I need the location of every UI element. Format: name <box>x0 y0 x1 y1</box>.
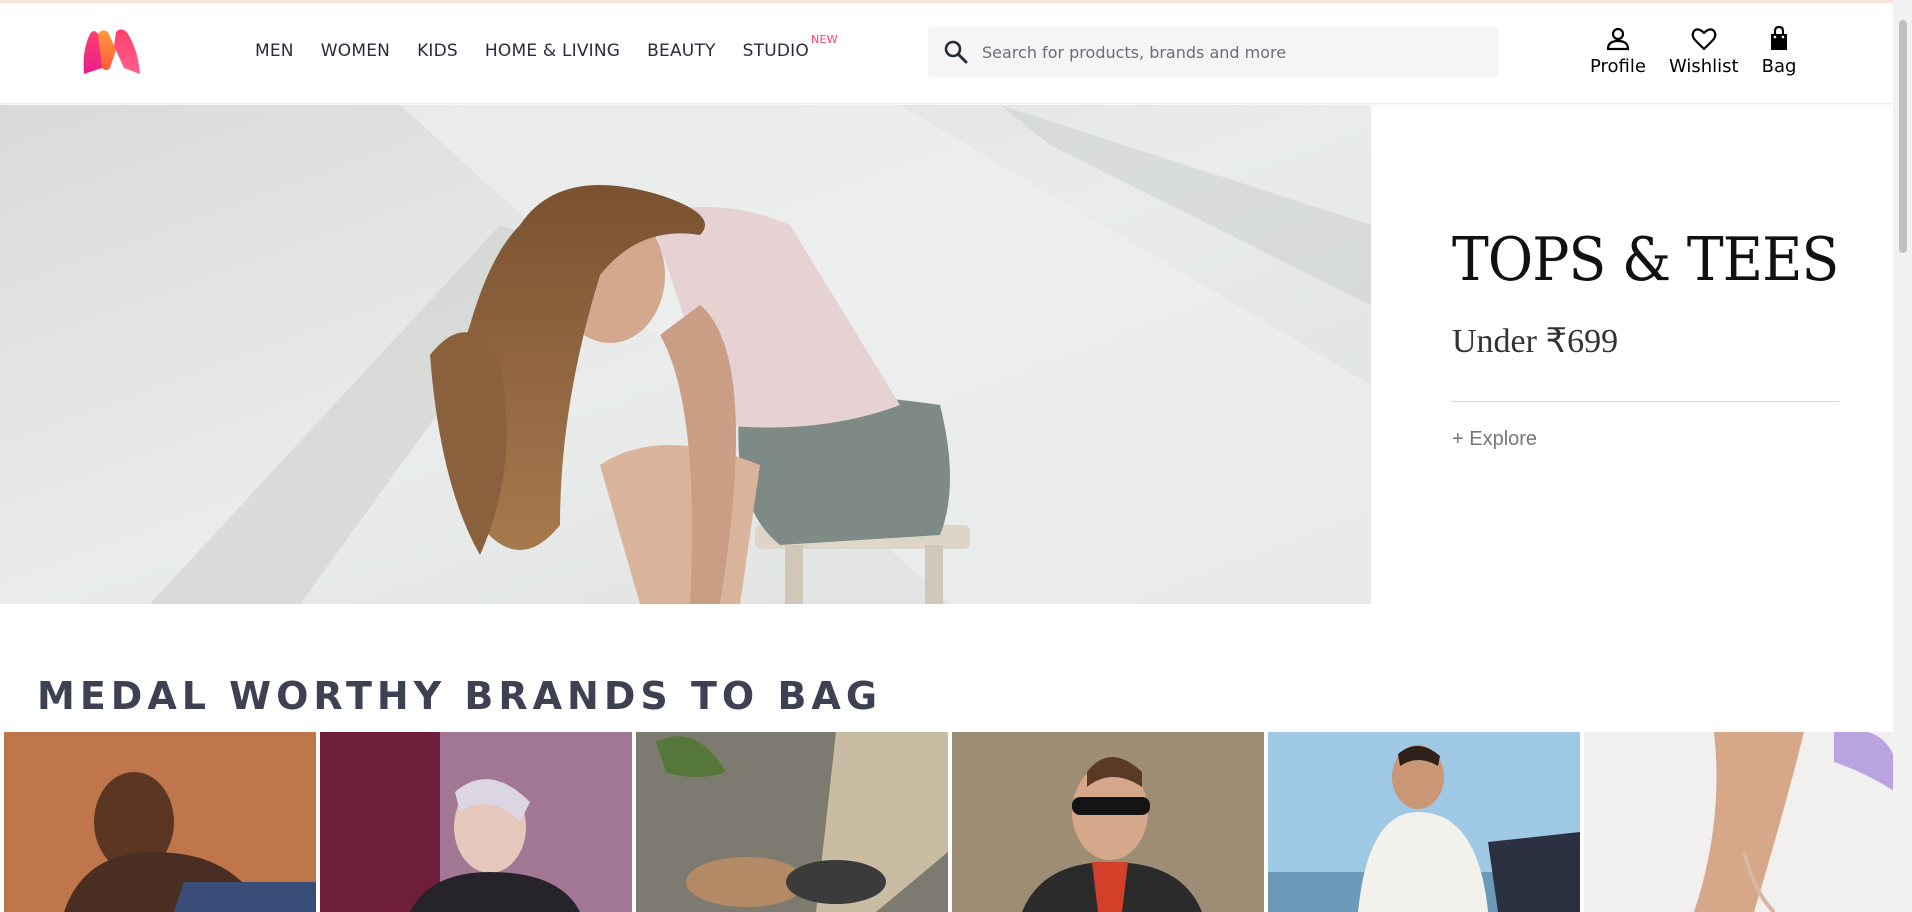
hero-title: TOPS & TEES <box>1452 225 1839 295</box>
brand-tile[interactable] <box>4 732 316 912</box>
wishlist-button[interactable]: Wishlist <box>1669 25 1739 77</box>
brand-tile[interactable] <box>952 732 1264 912</box>
brand-image <box>636 732 948 912</box>
header-actions: Profile Wishlist Bag <box>1590 25 1819 77</box>
hero-text-panel: TOPS & TEES Under ₹699 + Explore <box>1452 225 1839 451</box>
search-icon[interactable] <box>942 38 970 66</box>
person-icon <box>1606 27 1630 51</box>
heart-icon <box>1691 28 1717 51</box>
nav-home-living[interactable]: HOME & LIVING <box>485 41 620 61</box>
shopping-bag-icon <box>1771 25 1788 50</box>
section-title: MEDAL WORTHY BRANDS TO BAG <box>37 674 883 718</box>
brand-image <box>1584 732 1896 912</box>
brand-image <box>320 732 632 912</box>
brand-image <box>1268 732 1580 912</box>
nav-kids-label: KIDS <box>417 41 458 61</box>
brand-tile[interactable] <box>320 732 632 912</box>
myntra-logo[interactable] <box>80 28 144 76</box>
search-input[interactable] <box>982 42 1482 62</box>
nav-women-label: WOMEN <box>320 41 391 61</box>
brand-tile[interactable] <box>636 732 948 912</box>
explore-link[interactable]: + Explore <box>1452 428 1537 451</box>
new-badge: NEW <box>810 33 838 46</box>
wishlist-label: Wishlist <box>1668 56 1739 77</box>
nav-studio[interactable]: STUDIO NEW <box>742 33 838 61</box>
main-nav: MEN WOMEN KIDS HOME & LIVING BEAUTY STUD… <box>255 33 838 61</box>
nav-kids[interactable]: KIDS <box>417 41 458 61</box>
bag-label: Bag <box>1761 56 1797 77</box>
nav-studio-label: STUDIO <box>742 41 809 61</box>
nav-beauty-label: BEAUTY <box>647 41 716 61</box>
hero-subtitle: Under ₹699 <box>1452 323 1619 360</box>
search-bar <box>928 27 1499 77</box>
brand-image <box>952 732 1264 912</box>
nav-men-label: MEN <box>255 41 294 61</box>
brand-tile[interactable] <box>1584 732 1896 912</box>
brand-carousel <box>4 732 1897 912</box>
site-header: MEN WOMEN KIDS HOME & LIVING BEAUTY STUD… <box>0 3 1893 104</box>
profile-label: Profile <box>1590 56 1646 77</box>
brand-image <box>4 732 316 912</box>
hero-photo <box>0 105 1371 604</box>
hero-divider <box>1452 401 1839 402</box>
bag-button[interactable]: Bag <box>1761 25 1797 77</box>
nav-home-living-label: HOME & LIVING <box>484 41 621 61</box>
nav-women[interactable]: WOMEN <box>321 41 390 61</box>
nav-beauty[interactable]: BEAUTY <box>647 41 715 61</box>
scrollbar-thumb[interactable] <box>1899 20 1907 253</box>
hero-banner-image[interactable] <box>0 105 1371 604</box>
profile-button[interactable]: Profile <box>1590 25 1646 77</box>
nav-men[interactable]: MEN <box>255 41 294 61</box>
brand-tile[interactable] <box>1268 732 1580 912</box>
